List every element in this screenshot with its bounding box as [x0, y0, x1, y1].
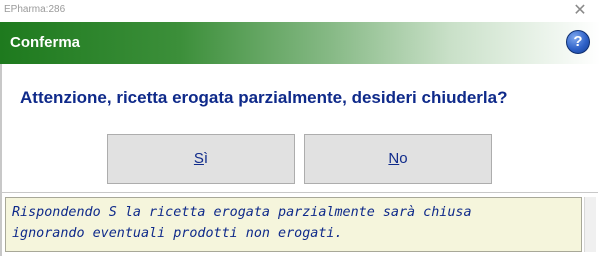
yes-button[interactable]: Sì: [107, 134, 295, 184]
yes-button-mnemonic: S: [193, 150, 204, 167]
close-icon[interactable]: ✕: [570, 1, 590, 21]
info-scrollbar[interactable]: [584, 197, 596, 252]
dialog-header: Conferma ?: [0, 22, 600, 64]
app-title: EPharma:286: [4, 4, 66, 15]
window-titlebar: EPharma:286 ✕: [0, 0, 600, 22]
info-line-1: Rispondendo S la ricetta erogata parzial…: [12, 205, 472, 220]
left-border: [0, 64, 2, 256]
info-textbox[interactable]: Rispondendo S la ricetta erogata parzial…: [5, 197, 582, 252]
yes-button-label: ì: [203, 150, 209, 167]
dialog-title: Conferma: [10, 34, 81, 51]
no-button[interactable]: No: [304, 134, 492, 184]
info-line-2: ignorando eventuali prodotti non erogati…: [12, 226, 343, 241]
question-mark-icon[interactable]: ?: [566, 30, 590, 54]
confirm-dialog-window: EPharma:286 ✕ Conferma ? Attenzione, ric…: [0, 0, 600, 256]
question-text: Attenzione, ricetta erogata parzialmente…: [20, 88, 508, 107]
no-button-label: o: [399, 150, 408, 167]
divider: [2, 192, 598, 193]
no-button-mnemonic: N: [388, 150, 400, 167]
